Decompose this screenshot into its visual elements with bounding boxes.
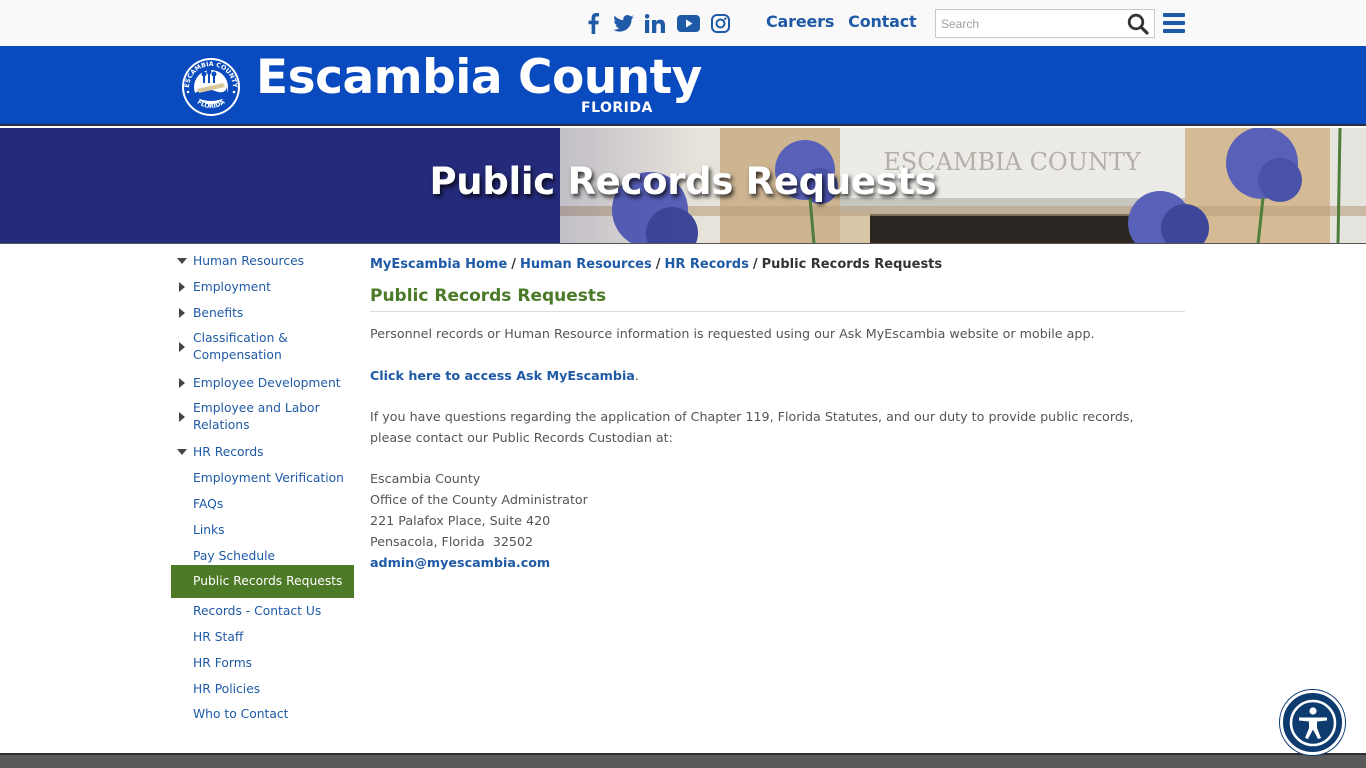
sidebar-item-label: Employee and Labor Relations	[193, 401, 320, 432]
facebook-icon[interactable]	[584, 10, 602, 36]
sidebar-item-label: Employment Verification	[193, 470, 344, 485]
utility-bar: Careers Contact	[0, 0, 1366, 46]
caret-right-icon-shape	[179, 342, 185, 352]
hero-title: Public Records Requests	[429, 160, 937, 203]
custodian-email-link[interactable]: admin@myescambia.com	[370, 555, 550, 570]
breadcrumb-human-resources[interactable]: Human Resources	[520, 257, 652, 272]
sidebar-item-label: Classification & Compensation	[193, 331, 288, 362]
page-title: Public Records Requests	[370, 286, 607, 306]
search-input[interactable]	[936, 10, 1122, 37]
sidebar-item-label: Benefits	[193, 305, 244, 320]
sidebar-item-employment-verification[interactable]: Employment Verification	[171, 467, 354, 489]
sidebar-item-label: Pay Schedule	[193, 548, 276, 563]
sidebar-item-label: HR Policies	[193, 681, 261, 696]
ask-myescambia-link[interactable]: Click here to access Ask MyEscambia	[370, 368, 635, 383]
hamburger-icon-bar	[1163, 21, 1185, 25]
twitter-icon[interactable]	[612, 10, 634, 36]
breadcrumb-hr-records[interactable]: HR Records	[664, 257, 748, 272]
address-line: Escambia County	[370, 471, 481, 486]
top-links: Careers Contact	[766, 12, 917, 31]
sidebar-item-hr-records[interactable]: HR Records	[171, 441, 354, 463]
breadcrumb-separator: /	[752, 257, 758, 272]
search-icon	[1127, 13, 1149, 35]
sidebar-item-label: HR Staff	[193, 629, 244, 644]
address-line: 221 Palafox Place, Suite 420	[370, 513, 551, 528]
sidebar-item-label: Who to Contact	[193, 706, 289, 721]
youtube-icon[interactable]	[676, 10, 700, 36]
sidebar-item-label: Employee Development	[193, 375, 341, 390]
sidebar-item-hr-policies[interactable]: HR Policies	[171, 678, 354, 700]
breadcrumb-current: Public Records Requests	[761, 257, 943, 272]
sidebar-item-label: HR Records	[193, 444, 264, 459]
contact-link[interactable]: Contact	[848, 12, 917, 31]
sidebar-item-pay-schedule[interactable]: Pay Schedule	[171, 545, 354, 567]
sidebar-item-hr-staff[interactable]: HR Staff	[171, 626, 354, 648]
sidebar-item-employee-and-labor-relations[interactable]: Employee and Labor Relations	[171, 398, 354, 436]
caret-right-icon[interactable]	[171, 378, 193, 388]
hero-banner: ESCAMBIA COUNTY Public Records Requests	[0, 128, 1366, 244]
caret-right-icon[interactable]	[171, 308, 193, 318]
site-title[interactable]: Escambia County	[256, 50, 702, 105]
search-button[interactable]	[1122, 10, 1154, 37]
social-links	[584, 10, 730, 36]
access-link-suffix: .	[634, 368, 639, 383]
caret-down-icon-shape	[177, 449, 187, 455]
breadcrumb-home[interactable]: MyEscambia Home	[370, 257, 507, 272]
address-line: Office of the County Administrator	[370, 492, 588, 507]
sidebar-item-label: Human Resources	[193, 253, 305, 268]
sidebar-item-label: FAQs	[193, 496, 224, 511]
sidebar-item-label: HR Forms	[193, 655, 253, 670]
sidebar-item-faqs[interactable]: FAQs	[171, 493, 354, 515]
sidebar-item-label: Public Records Requests	[193, 574, 343, 588]
caret-right-icon-shape	[179, 378, 185, 388]
caret-right-icon-shape	[179, 412, 185, 422]
breadcrumb: MyEscambia Home / Human Resources / HR Recor…	[370, 257, 942, 272]
sidebar-item-hr-forms[interactable]: HR Forms	[171, 652, 354, 674]
sidebar-item-classification-compensation[interactable]: Classification & Compensation	[171, 328, 354, 366]
intro-text: Personnel records or Human Resource info…	[370, 326, 1095, 341]
title-divider	[370, 311, 1185, 312]
breadcrumb-separator: /	[511, 257, 517, 272]
sidebar-item-human-resources[interactable]: Human Resources	[171, 250, 354, 272]
sidebar-item-label: Records - Contact Us	[193, 603, 322, 618]
search-box	[935, 9, 1155, 38]
caret-right-icon-shape	[179, 282, 185, 292]
instagram-icon[interactable]	[710, 10, 730, 36]
sidebar-item-who-to-contact[interactable]: Who to Contact	[171, 703, 354, 725]
caret-down-icon[interactable]	[171, 258, 193, 264]
hamburger-icon-bar	[1163, 29, 1185, 33]
caret-right-icon[interactable]	[171, 342, 193, 352]
sidebar-item-links[interactable]: Links	[171, 519, 354, 541]
site-subtitle: FLORIDA	[581, 100, 653, 116]
sidebar-item-public-records-requests[interactable]: Public Records Requests	[171, 565, 354, 598]
caret-down-icon-shape	[177, 258, 187, 264]
caret-down-icon[interactable]	[171, 449, 193, 455]
sidebar-item-label: Links	[193, 522, 225, 537]
caret-right-icon-shape	[179, 308, 185, 318]
brand-header: ESCAMBIA COUNTY FLORIDA Escambia County …	[0, 46, 1366, 126]
sidebar-item-benefits[interactable]: Benefits	[171, 302, 354, 324]
breadcrumb-separator: /	[655, 257, 661, 272]
hamburger-icon-bar	[1163, 13, 1185, 17]
access-paragraph: Click here to access Ask MyEscambia.	[370, 365, 639, 386]
sidebar-item-employee-development[interactable]: Employee Development	[171, 372, 354, 394]
accessibility-icon	[1289, 699, 1336, 746]
custodian-address: Escambia County Office of the County Adm…	[370, 468, 588, 573]
hamburger-menu-button[interactable]	[1163, 13, 1185, 33]
careers-link[interactable]: Careers	[766, 12, 834, 31]
custodian-question-text: If you have questions regarding the appl…	[370, 409, 1134, 445]
footer	[0, 753, 1366, 768]
sidebar-item-records-contact-us[interactable]: Records - Contact Us	[171, 600, 354, 622]
address-line: Pensacola, Florida 32502	[370, 534, 534, 549]
county-seal-logo[interactable]: ESCAMBIA COUNTY FLORIDA	[181, 57, 241, 117]
accessibility-button[interactable]	[1280, 690, 1345, 755]
caret-right-icon[interactable]	[171, 282, 193, 292]
linkedin-icon[interactable]	[644, 10, 666, 36]
sidebar-item-label: Employment	[193, 279, 271, 294]
sidebar-item-employment[interactable]: Employment	[171, 276, 354, 298]
caret-right-icon[interactable]	[171, 412, 193, 422]
